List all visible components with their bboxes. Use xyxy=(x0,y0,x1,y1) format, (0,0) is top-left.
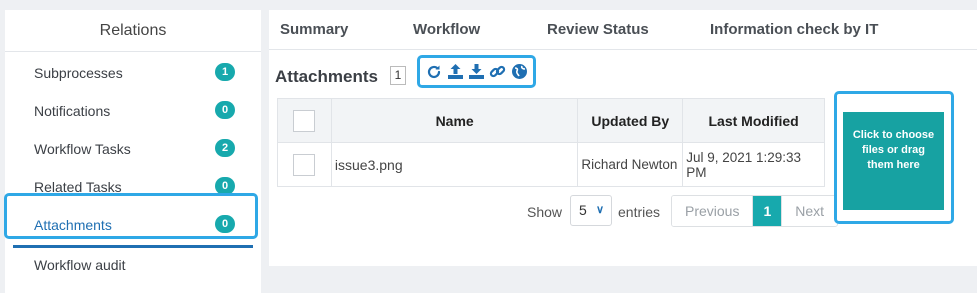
attachments-count: 1 xyxy=(390,66,406,85)
row-checkbox[interactable] xyxy=(293,153,316,176)
updated-by: Richard Newton xyxy=(577,142,684,187)
globe-icon[interactable] xyxy=(511,63,528,80)
upload-icon[interactable] xyxy=(447,63,464,80)
page-size-value: 5 xyxy=(579,202,587,218)
show-label: Show xyxy=(527,204,563,220)
file-name[interactable]: issue3.png xyxy=(330,142,579,187)
page-1-button[interactable]: 1 xyxy=(753,196,783,226)
sidebar-item-notifications[interactable]: Notifications 0 xyxy=(5,92,261,130)
count-badge: 0 xyxy=(215,101,235,119)
count-badge: 0 xyxy=(215,215,235,233)
select-all-cell xyxy=(277,98,332,143)
sidebar-item-label: Workflow audit xyxy=(34,257,126,273)
sidebar-title: Relations xyxy=(5,10,261,52)
link-icon[interactable] xyxy=(489,63,506,80)
row-select-cell xyxy=(277,142,332,187)
entries-label: entries xyxy=(618,204,661,220)
page-size-select[interactable]: 5 ∨ xyxy=(570,195,612,226)
sidebar-item-workflow-audit[interactable]: Workflow audit xyxy=(5,246,261,284)
attachments-toolbar xyxy=(417,55,536,88)
pagination: Previous 1 Next xyxy=(671,195,839,227)
upload-dropzone-frame: Click to choose files or drag them here xyxy=(834,91,954,224)
sidebar-item-subprocesses[interactable]: Subprocesses 1 xyxy=(5,54,261,92)
sidebar-item-label: Attachments xyxy=(34,217,112,233)
tab-information-check[interactable]: Information check by IT xyxy=(710,21,878,38)
next-page-button[interactable]: Next xyxy=(782,196,838,226)
tab-summary[interactable]: Summary xyxy=(280,21,348,38)
sidebar-item-workflow-tasks[interactable]: Workflow Tasks 2 xyxy=(5,130,261,168)
attachments-table: Name Updated By Last Modified issue3.png… xyxy=(277,98,825,187)
sidebar-item-label: Subprocesses xyxy=(34,65,123,81)
count-badge: 2 xyxy=(215,139,235,157)
table-header-row: Name Updated By Last Modified xyxy=(277,98,825,143)
relations-sidebar: Relations Subprocesses 1 Notifications 0… xyxy=(5,10,261,293)
sidebar-item-label: Workflow Tasks xyxy=(34,141,131,157)
attachments-title: Attachments xyxy=(275,67,378,86)
count-badge: 1 xyxy=(215,63,235,81)
sidebar-item-label: Notifications xyxy=(34,103,111,119)
upload-dropzone[interactable]: Click to choose files or drag them here xyxy=(843,112,944,210)
download-icon[interactable] xyxy=(468,63,485,80)
select-all-checkbox[interactable] xyxy=(293,109,316,132)
tab-review-status[interactable]: Review Status xyxy=(547,21,649,38)
count-badge: 0 xyxy=(215,177,235,195)
column-header-name[interactable]: Name xyxy=(330,98,579,143)
chevron-down-icon: ∨ xyxy=(595,204,604,216)
column-header-updated-by[interactable]: Updated By xyxy=(577,98,684,143)
refresh-icon[interactable] xyxy=(425,63,442,80)
tab-bar: Summary Workflow Review Status Informati… xyxy=(269,10,977,50)
sidebar-item-related-tasks[interactable]: Related Tasks 0 xyxy=(5,168,261,206)
sidebar-item-attachments[interactable]: Attachments 0 xyxy=(5,206,261,248)
tab-workflow[interactable]: Workflow xyxy=(413,21,480,38)
column-header-last-modified[interactable]: Last Modified xyxy=(682,98,825,143)
table-row[interactable]: issue3.png Richard Newton Jul 9, 2021 1:… xyxy=(277,142,825,187)
previous-page-button[interactable]: Previous xyxy=(672,196,754,226)
sidebar-item-label: Related Tasks xyxy=(34,179,122,195)
last-modified: Jul 9, 2021 1:29:33 PM xyxy=(682,142,825,187)
